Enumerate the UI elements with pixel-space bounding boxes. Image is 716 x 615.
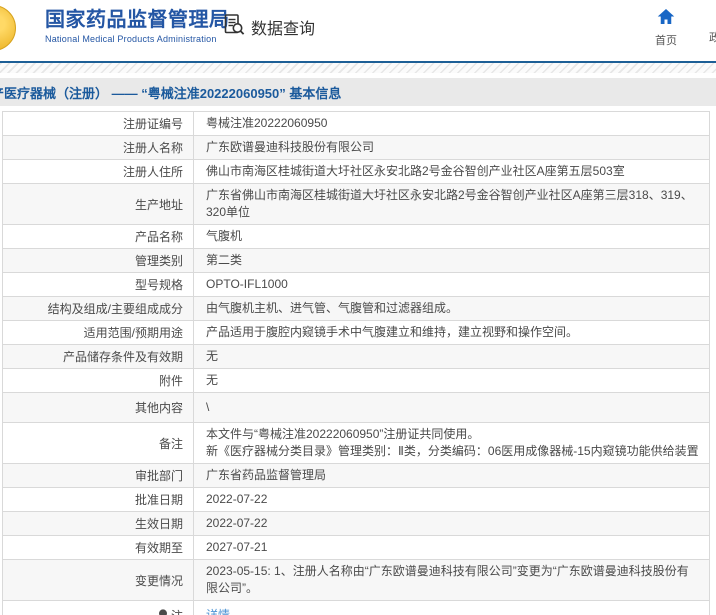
site-header: 国家药品监督管理局 National Medical Products Admi… [0,0,716,61]
table-row: 产品名称 气腹机 [3,225,709,249]
nmpa-logo [0,5,16,51]
table-row: 其他内容 \ [3,393,709,423]
table-row: 型号规格 OPTO-IFL1000 [3,273,709,297]
field-label: 有效期至 [3,536,194,559]
field-label: 管理类别 [3,249,194,272]
table-row: 注 详情 [3,601,709,615]
field-value: 由气腹机主机、进气管、气腹管和过滤器组成。 [206,301,459,315]
field-value: 2022-07-22 [206,516,268,530]
field-label: 型号规格 [3,273,194,296]
table-row: 注册证编号 粤械注准20222060950 [3,112,709,136]
table-row: 管理类别 第二类 [3,249,709,273]
note-dot-icon [158,608,168,615]
brand-title: 国家药品监督管理局 [45,9,230,31]
field-label: 审批部门 [3,464,194,487]
field-label: 附件 [3,369,194,392]
table-row: 适用范围/预期用途 产品适用于腹腔内窥镜手术中气腹建立和维持，建立视野和操作空间… [3,321,709,345]
field-value: 粤械注准20222060950 [206,116,328,130]
field-value: 广东省药品监督管理局 [206,468,327,482]
field-label: 生产地址 [3,184,194,224]
home-icon [657,9,675,29]
field-value: 气腹机 [206,229,243,243]
table-row: 有效期至 2027-07-21 [3,536,709,560]
field-value: 佛山市南海区桂城街道大圩社区永安北路2号金谷智创产业社区A座第五层503室 [206,164,625,178]
field-label: 产品名称 [3,225,194,248]
brand-subtitle: National Medical Products Administration [45,34,217,44]
table-row: 生产地址 广东省佛山市南海区桂城街道大圩社区永安北路2号金谷智创产业社区A座第三… [3,184,709,225]
table-row: 备注 本文件与“粤械注准20222060950”注册证共同使用。 新《医疗器械分… [3,423,709,464]
field-label: 注 [3,601,194,615]
data-query-icon [223,13,246,41]
field-label: 变更情况 [3,560,194,600]
table-row: 注册人住所 佛山市南海区桂城街道大圩社区永安北路2号金谷智创产业社区A座第五层5… [3,160,709,184]
field-label: 适用范围/预期用途 [3,321,194,344]
data-query-nav[interactable]: 数据查询 [223,13,315,41]
table-row: 附件 无 [3,369,709,393]
nav-item-partial[interactable]: 政 [709,29,716,45]
field-value: 无 [206,373,219,387]
table-row: 审批部门 广东省药品监督管理局 [3,464,709,488]
field-value: 2027-07-21 [206,540,268,554]
field-value: 详情 [194,601,709,615]
field-value: 广东欧谱曼迪科技股份有限公司 [206,140,375,154]
field-value: 2022-07-22 [206,492,268,506]
home-nav[interactable]: 首页 [644,8,688,48]
detail-link[interactable]: 详情 [206,607,230,615]
hatched-band [0,63,716,73]
field-value: 本文件与“粤械注准20222060950”注册证共同使用。 新《医疗器械分类目录… [206,427,699,458]
field-label: 产品储存条件及有效期 [3,345,194,368]
field-label: 批准日期 [3,488,194,511]
field-value: 产品适用于腹腔内窥镜手术中气腹建立和维持，建立视野和操作空间。 [206,325,579,339]
field-value: 第二类 [206,253,243,267]
field-value: 无 [206,349,219,363]
field-label: 注册人住所 [3,160,194,183]
field-label: 其他内容 [3,393,194,422]
table-row: 批准日期 2022-07-22 [3,488,709,512]
home-label: 首页 [655,35,677,47]
field-value: OPTO-IFL1000 [206,277,288,291]
table-row: 产品储存条件及有效期 无 [3,345,709,369]
field-label: 生效日期 [3,512,194,535]
field-value: \ [206,400,210,414]
table-row: 生效日期 2022-07-22 [3,512,709,536]
field-label: 结构及组成/主要组成成分 [3,297,194,320]
table-row: 注册人名称 广东欧谱曼迪科技股份有限公司 [3,136,709,160]
field-label: 注册人名称 [3,136,194,159]
field-value: 2023-05-15: 1、注册人名称由“广东欧谱曼迪科技有限公司”变更为“广东… [206,564,689,595]
table-row: 结构及组成/主要组成成分 由气腹机主机、进气管、气腹管和过滤器组成。 [3,297,709,321]
field-label: 注册证编号 [3,112,194,135]
table-row: 变更情况 2023-05-15: 1、注册人名称由“广东欧谱曼迪科技有限公司”变… [3,560,709,601]
registration-detail-table: 注册证编号 粤械注准20222060950 注册人名称 广东欧谱曼迪科技股份有限… [2,111,710,615]
field-value: 广东省佛山市南海区桂城街道大圩社区永安北路2号金谷智创产业社区A座第三层318、… [206,188,693,219]
data-query-label: 数据查询 [251,21,316,38]
section-title-bar: 国产医疗器械（注册） —— “粤械注准20222060950” 基本信息 [0,78,716,106]
field-label: 备注 [3,423,194,463]
page-title: 国产医疗器械（注册） —— “粤械注准20222060950” 基本信息 [0,85,342,101]
brand-block: 国家药品监督管理局 National Medical Products Admi… [45,8,230,44]
